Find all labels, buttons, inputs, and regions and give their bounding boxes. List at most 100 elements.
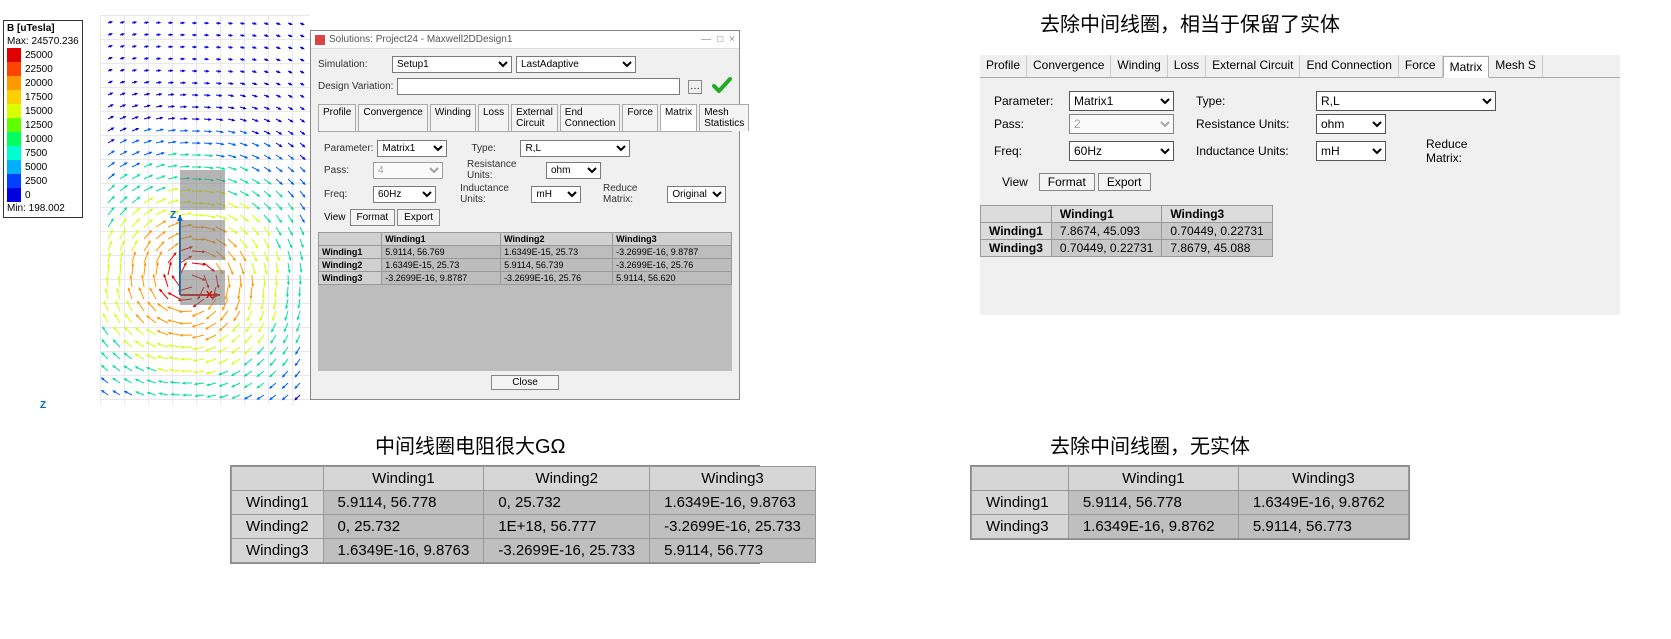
p2-tab-convergence[interactable]: Convergence [1027,55,1111,77]
p2-tab-loss[interactable]: Loss [1168,55,1206,77]
col-header [981,206,1052,223]
tab-profile[interactable]: Profile [318,104,356,131]
p2-tab-matrix[interactable]: Matrix [1443,56,1490,78]
row-header: Winding3 [981,240,1052,257]
check-icon[interactable] [712,77,732,96]
p2-type-select[interactable]: R,L [1316,91,1496,111]
tab-external-circuit[interactable]: External Circuit [511,104,558,131]
legend-max: Max: 24570.236 [7,35,79,48]
legend-swatch [7,146,21,160]
tab-force[interactable]: Force [622,104,658,131]
row-header: Winding3 [319,272,382,285]
col-header [232,467,324,491]
simulation-select[interactable]: Setup1 [392,56,512,73]
inductance-units-label: Inductance Units: [460,183,527,205]
legend-value: 2500 [25,176,47,187]
p2-tab-profile[interactable]: Profile [980,55,1027,77]
close-button[interactable]: Close [491,375,559,390]
legend-swatch [7,118,21,132]
p2-parameter-select[interactable]: Matrix1 [1069,91,1174,111]
type-select[interactable]: R,L [520,140,630,157]
legend-stop: 2500 [7,174,79,188]
p2-tab-mesh-s[interactable]: Mesh S [1489,55,1543,77]
p2-matrix-table: Winding1 Winding3Winding17.8674, 45.0930.… [980,205,1620,257]
coil-rect-2 [180,220,225,260]
col-header: Winding1 [1051,206,1161,223]
matrix-mini-table: Winding1Winding2 Winding3 Winding15.9114, … [318,232,732,371]
matrix-row[interactable]: Winding21.6349E-15, 25.735.9114, 56.739-… [319,259,732,272]
cell: 5.9114, 56.778 [323,491,484,515]
legend-stop: 0 [7,188,79,202]
p2-pass-label: Pass: [994,117,1069,131]
table-row[interactable]: Winding20, 25.7321E+18, 56.777-3.2699E-1… [232,515,816,539]
resistance-units-select[interactable]: ohm [546,162,601,179]
matrix-row[interactable]: Winding15.9114, 56.7691.6349E-15, 25.73-… [319,246,732,259]
tab-mesh-statistics[interactable]: Mesh Statistics [699,104,749,131]
p2-res-select[interactable]: ohm [1316,114,1386,134]
cell: 1.6349E-16, 9.8763 [323,539,484,563]
format-button[interactable]: Format [350,209,396,226]
cell: 0.70449, 0.22731 [1051,240,1161,257]
result-table-b: Winding1Winding3Winding15.9114, 56.7781.… [970,465,1410,540]
vector-field-plot: X Z [100,15,310,405]
design-variation-input[interactable] [397,78,680,95]
axis-x: X [206,290,213,301]
simulation-mode-select[interactable]: LastAdaptive [516,56,636,73]
legend-swatch [7,90,21,104]
p2-tab-end-connection[interactable]: End Connection [1300,55,1398,77]
table-row[interactable]: Winding31.6349E-16, 9.87625.9114, 56.773 [972,515,1409,539]
window-titlebar[interactable]: Solutions: Project24 - Maxwell2DDesign1 … [311,31,739,49]
matrix-row[interactable]: Winding17.8674, 45.0930.70449, 0.22731 [981,223,1273,240]
p2-format-button[interactable]: Format [1039,173,1095,191]
cell: 7.8679, 45.088 [1162,240,1272,257]
freq-select[interactable]: 60Hz [373,186,436,203]
table-row[interactable]: Winding31.6349E-16, 9.8763-3.2699E-16, 2… [232,539,816,563]
cell: 7.8674, 45.093 [1051,223,1161,240]
p2-pass-select[interactable]: 2 [1069,114,1174,134]
reduce-matrix-select[interactable]: Original [667,186,726,203]
window-maximize-icon[interactable]: □ [717,34,723,45]
window-title: Solutions: Project24 - Maxwell2DDesign1 [329,34,512,45]
col-header: Winding3 [1238,467,1408,491]
tab-winding[interactable]: Winding [430,104,476,131]
result-table-a: Winding1Winding2Winding3Winding15.9114, … [230,465,760,564]
col-header: Winding1 [382,233,501,246]
field-legend: B [uTesla] Max: 24570.236 25000225002000… [3,20,83,218]
window-minimize-icon[interactable]: — [701,34,711,45]
matrix-panel-tabs: ProfileConvergenceWindingLossExternal Ci… [980,55,1620,78]
p2-tab-winding[interactable]: Winding [1111,55,1167,77]
matrix-row[interactable]: Winding30.70449, 0.227317.8679, 45.088 [981,240,1273,257]
parameter-label: Parameter: [324,143,373,154]
p2-export-button[interactable]: Export [1098,173,1151,191]
p2-tab-force[interactable]: Force [1399,55,1443,77]
legend-stop: 10000 [7,132,79,146]
legend-stop: 15000 [7,104,79,118]
p2-view-label: View [994,173,1036,191]
legend-value: 25000 [25,50,53,61]
tab-convergence[interactable]: Convergence [358,104,427,131]
legend-stop: 20000 [7,76,79,90]
inductance-units-select[interactable]: mH [531,186,581,203]
cell: 5.9114, 56.769 [382,246,501,259]
matrix-row[interactable]: Winding3-3.2699E-16, 9.8787-3.2699E-16, … [319,272,732,285]
cell: -3.2699E-16, 9.8787 [613,246,732,259]
tab-end-connection[interactable]: End Connection [560,104,621,131]
p2-ind-select[interactable]: mH [1316,141,1386,161]
window-close-icon[interactable]: × [729,34,735,45]
table-row[interactable]: Winding15.9114, 56.7780, 25.7321.6349E-1… [232,491,816,515]
parameter-select[interactable]: Matrix1 [377,140,447,157]
pass-select[interactable]: 4 [373,162,443,179]
export-button[interactable]: Export [397,209,440,226]
tab-matrix[interactable]: Matrix [660,104,697,131]
legend-stop: 5000 [7,160,79,174]
tab-loss[interactable]: Loss [478,104,509,131]
cell: 5.9114, 56.773 [1238,515,1408,539]
cell: 0, 25.732 [323,515,484,539]
vector-arrows [100,15,310,405]
p2-freq-select[interactable]: 60Hz [1069,141,1174,161]
col-header: Winding2 [501,233,613,246]
cell: 5.9114, 56.778 [1068,491,1238,515]
table-row[interactable]: Winding15.9114, 56.7781.6349E-16, 9.8762 [972,491,1409,515]
design-variation-browse-button[interactable]: … [688,80,702,94]
p2-tab-external-circuit[interactable]: External Circuit [1206,55,1300,77]
